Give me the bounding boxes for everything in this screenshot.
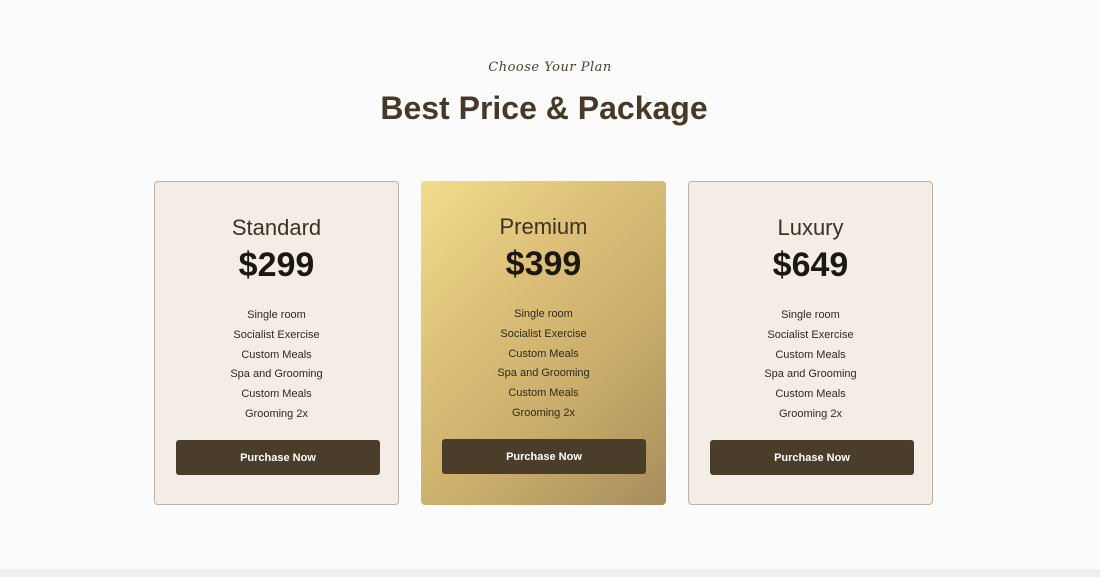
- feature-item: Custom Meals: [241, 348, 312, 361]
- feature-item: Grooming 2x: [245, 407, 308, 420]
- feature-item: Grooming 2x: [512, 406, 575, 419]
- feature-item: Grooming 2x: [779, 407, 842, 420]
- feature-item: Socialist Exercise: [500, 327, 587, 340]
- plan-name: Standard: [231, 215, 322, 240]
- feature-item: Custom Meals: [775, 388, 846, 401]
- pricing-card-luxury: Luxury $649 Single room Socialist Exerci…: [688, 181, 933, 505]
- feature-item: Spa and Grooming: [497, 367, 590, 380]
- plan-price: $399: [505, 245, 582, 283]
- feature-item: Spa and Grooming: [230, 368, 323, 381]
- purchase-button-premium[interactable]: Purchase Now: [442, 439, 646, 474]
- section-title: Best Price & Package: [380, 90, 708, 126]
- plan-price: $649: [772, 246, 849, 284]
- feature-item: Custom Meals: [508, 347, 579, 360]
- feature-item: Custom Meals: [775, 348, 846, 361]
- feature-list: Single room Socialist Exercise Custom Me…: [689, 306, 932, 425]
- section-eyebrow: Choose Your Plan: [488, 60, 612, 75]
- feature-item: Custom Meals: [508, 387, 579, 400]
- feature-item: Spa and Grooming: [764, 368, 857, 381]
- feature-item: Socialist Exercise: [767, 328, 854, 341]
- feature-list: Single room Socialist Exercise Custom Me…: [155, 306, 398, 425]
- purchase-button-standard[interactable]: Purchase Now: [176, 440, 380, 475]
- feature-item: Single room: [514, 308, 573, 320]
- plan-name: Luxury: [777, 215, 844, 240]
- pricing-card-premium: Premium $399 Single room Socialist Exerc…: [421, 181, 666, 505]
- page-footer-edge: [0, 569, 1100, 577]
- purchase-button-luxury[interactable]: Purchase Now: [710, 440, 914, 475]
- feature-item: Single room: [781, 309, 840, 321]
- feature-item: Custom Meals: [241, 388, 312, 401]
- feature-list: Single room Socialist Exercise Custom Me…: [421, 305, 666, 424]
- pricing-card-standard: Standard $299 Single room Socialist Exer…: [154, 181, 399, 505]
- feature-item: Socialist Exercise: [233, 328, 320, 341]
- plan-name: Premium: [499, 214, 588, 239]
- feature-item: Single room: [247, 309, 306, 321]
- plan-price: $299: [238, 246, 315, 284]
